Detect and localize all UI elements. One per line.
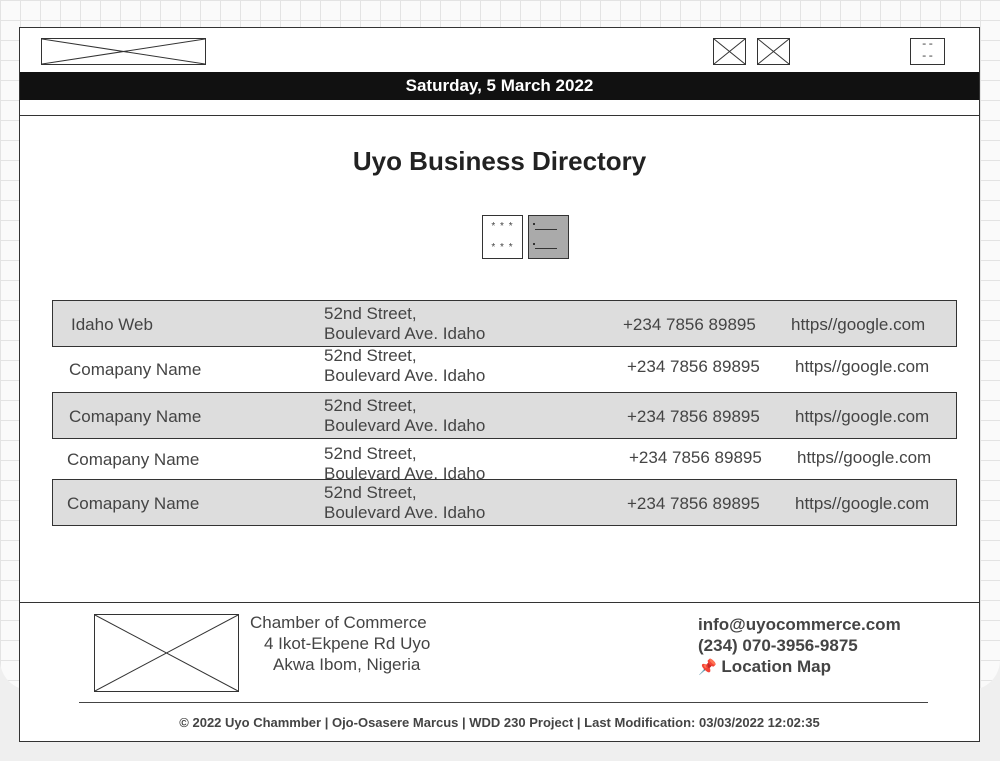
grid-glyph-row-1: * * * (491, 221, 514, 232)
menu-glyph-top: -- (920, 39, 935, 51)
location-map-link[interactable]: 📌 Location Map (698, 656, 901, 678)
business-phone: +234 7856 89895 (627, 494, 760, 513)
address-line-1: 52nd Street, (324, 304, 417, 323)
business-name: Comapany Name (69, 360, 202, 379)
footer-divider (20, 602, 979, 603)
copyright-text: © 2022 Uyo Chammber | Ojo-Osasere Marcus… (179, 715, 820, 730)
grid-glyph-row-2: * * * (491, 242, 514, 253)
hamburger-menu-button[interactable]: -- -- (910, 38, 945, 65)
business-website-link[interactable]: https//google.com (795, 357, 929, 377)
address-line-1: 52nd Street, (324, 483, 417, 502)
menu-glyph-bottom: -- (920, 51, 935, 63)
directory-row: Comapany Name 52nd Street, Boulevard Ave. … (53, 438, 956, 483)
business-website-link[interactable]: https//google.com (795, 494, 929, 514)
directory-row: Idaho Web 52nd Street, Boulevard Ave. Idah… (52, 300, 957, 347)
chamber-city: Akwa Ibom, Nigeria (273, 655, 421, 674)
address-line-2: Boulevard Ave. Idaho (324, 366, 486, 385)
business-phone: +234 7856 89895 (627, 407, 760, 426)
business-website-link[interactable]: https//google.com (795, 407, 929, 427)
social-placeholder-icon-2[interactable] (757, 38, 790, 65)
chamber-street: 4 Ikot-Ekpene Rd Uyo (264, 634, 431, 653)
phone-number: (234) 070-3956-9875 (698, 636, 858, 655)
footer-rule (79, 702, 928, 703)
address-line-1: 52nd Street, (324, 346, 417, 365)
business-name: Comapany Name (67, 494, 200, 513)
pin-icon: 📌 (698, 659, 717, 676)
business-address: 52nd Street, Boulevard Ave. Idaho (324, 483, 485, 523)
directory-row: Comapany Name 52nd Street, Boulevard Ave. … (52, 392, 957, 439)
page-title: Uyo Business Directory (352, 146, 647, 176)
directory-row: Comapany Name 52nd Street, Boulevard Ave. … (53, 346, 956, 391)
chamber-name: Chamber of Commerce (250, 613, 427, 632)
business-address: 52nd Street, Boulevard Ave. Idaho (324, 396, 485, 436)
address-line-1: 52nd Street, (324, 396, 417, 415)
contact-info: info@uyocommerce.com (234) 070-3956-9875… (698, 614, 901, 678)
business-phone: +234 7856 89895 (629, 448, 762, 467)
business-phone: +234 7856 89895 (623, 315, 756, 334)
list-icon-dot (533, 243, 535, 245)
address-line-2: Boulevard Ave. Idaho (324, 324, 486, 343)
address-line-1: 52nd Street, (324, 444, 417, 463)
business-website-link[interactable]: https//google.com (791, 315, 925, 335)
business-address: 52nd Street, Boulevard Ave. Idaho (324, 304, 485, 344)
list-icon-line (535, 229, 557, 230)
business-phone: +234 7856 89895 (627, 357, 760, 376)
chamber-address: Chamber of Commerce 4 Ikot-Ekpene Rd Uyo… (250, 612, 430, 675)
list-view-button[interactable] (528, 215, 569, 259)
business-address: 52nd Street, Boulevard Ave. Idaho (324, 346, 485, 386)
address-line-2: Boulevard Ave. Idaho (324, 416, 486, 435)
business-address: 52nd Street, Boulevard Ave. Idaho (324, 444, 485, 484)
grid-view-button[interactable]: * * * * * * (482, 215, 523, 259)
logo-placeholder-icon[interactable] (41, 38, 206, 65)
footer-logo-placeholder-icon (94, 614, 239, 692)
list-icon-line (535, 248, 557, 249)
directory-row: Comapany Name 52nd Street, Boulevard Ave. … (52, 479, 957, 526)
email-link[interactable]: info@uyocommerce.com (698, 614, 901, 635)
header-divider (20, 115, 979, 116)
date-banner: Saturday, 5 March 2022 (20, 72, 979, 100)
business-name: Comapany Name (69, 407, 202, 426)
business-name: Idaho Web (71, 315, 153, 334)
business-website-link[interactable]: https//google.com (797, 448, 931, 468)
list-icon-dot (533, 223, 535, 225)
page-frame: -- -- Saturday, 5 March 2022 Uyo Busines… (19, 27, 980, 742)
address-line-2: Boulevard Ave. Idaho (324, 503, 486, 522)
social-placeholder-icon-1[interactable] (713, 38, 746, 65)
location-map-label: Location Map (721, 657, 831, 676)
business-name: Comapany Name (67, 450, 200, 469)
